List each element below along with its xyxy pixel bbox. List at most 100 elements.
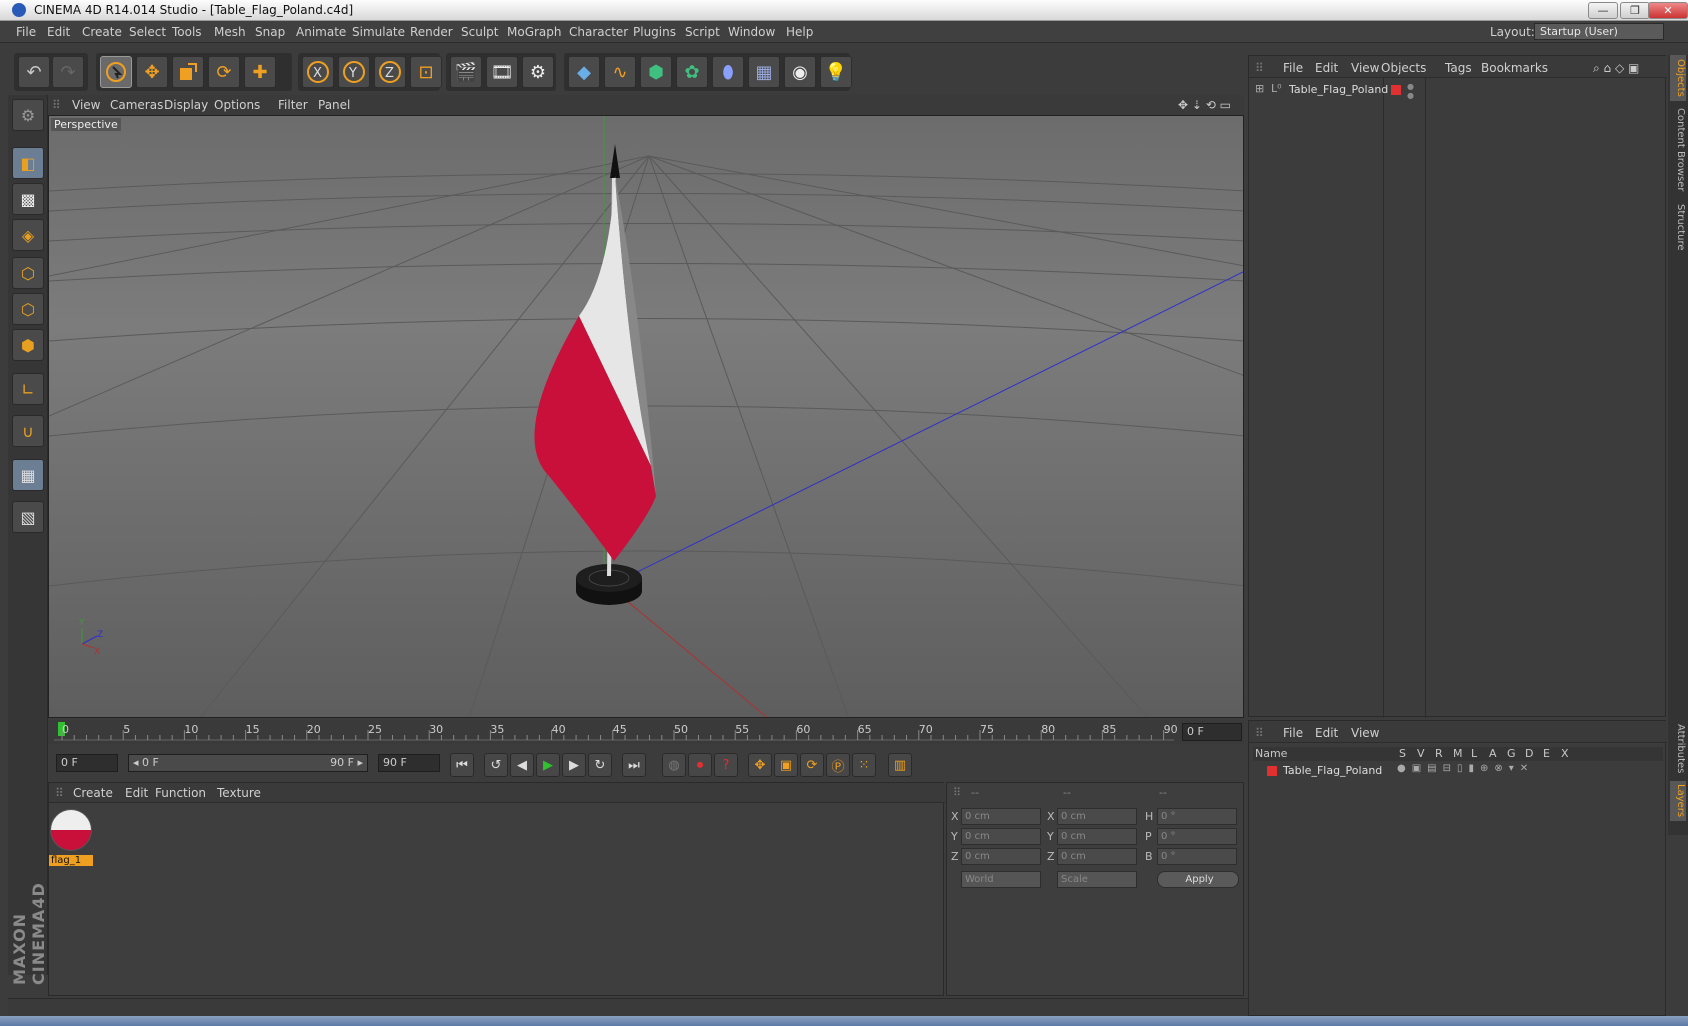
mat-menu-create[interactable]: Create bbox=[73, 786, 113, 800]
menu-file[interactable]: File bbox=[16, 25, 36, 39]
menu-snap[interactable]: Snap bbox=[255, 25, 285, 39]
move-icon[interactable]: ✥ bbox=[136, 56, 168, 88]
position-x-field[interactable]: 0 cm bbox=[961, 808, 1041, 825]
timeline-end-frame[interactable]: 0 F bbox=[1182, 723, 1242, 741]
light-icon[interactable]: 💡 bbox=[820, 56, 852, 88]
visibility-dots[interactable]: ● ● bbox=[1407, 82, 1414, 100]
viewport-nav-icons[interactable]: ✥ ⇣ ⟲ ▭ bbox=[1178, 98, 1231, 112]
menu-plugins[interactable]: Plugins bbox=[633, 25, 676, 39]
render-settings-icon[interactable]: ⚙ bbox=[522, 56, 554, 88]
workplane-icon[interactable]: ◈ bbox=[12, 219, 44, 251]
rotation-h-field[interactable]: 0 ° bbox=[1157, 808, 1237, 825]
key-position-icon[interactable]: ✥ bbox=[748, 753, 772, 777]
apply-button[interactable]: Apply bbox=[1157, 871, 1239, 888]
timeline-ruler[interactable]: 0 5 10 15 20 25 30 35 40 45 50 55 60 65 70 75 80 85 90 0 F bbox=[48, 720, 1244, 744]
3d-viewport[interactable]: Y Z X Perspective bbox=[48, 115, 1244, 718]
workplane-lock-icon[interactable]: ▦ bbox=[12, 459, 44, 491]
layer-menu-view[interactable]: View bbox=[1351, 726, 1379, 740]
position-z-field[interactable]: 0 cm bbox=[961, 848, 1041, 865]
nurbs-icon[interactable]: ⬢ bbox=[640, 56, 672, 88]
go-to-end-icon[interactable]: ⏭ bbox=[622, 753, 646, 777]
vp-menu-filter[interactable]: Filter bbox=[278, 98, 308, 112]
scale-icon[interactable] bbox=[172, 56, 204, 88]
menu-edit[interactable]: Edit bbox=[47, 25, 70, 39]
size-y-field[interactable]: 0 cm bbox=[1057, 828, 1137, 845]
menu-character[interactable]: Character bbox=[569, 25, 628, 39]
layer-flag-icons[interactable]: ●▣▤⊟▯▮⊕⊗▾✕ bbox=[1397, 763, 1534, 774]
edges-mode-icon[interactable]: ⬡ bbox=[12, 293, 44, 325]
x-axis-icon[interactable]: X bbox=[302, 56, 334, 88]
menu-render[interactable]: Render bbox=[410, 25, 453, 39]
axis-mode-icon[interactable]: ∟ bbox=[12, 373, 44, 405]
texture-mode-icon[interactable]: ▩ bbox=[12, 183, 44, 215]
rotation-p-field[interactable]: 0 ° bbox=[1157, 828, 1237, 845]
layer-menu-edit[interactable]: Edit bbox=[1315, 726, 1338, 740]
rotate-icon[interactable]: ⟳ bbox=[208, 56, 240, 88]
tab-structure[interactable]: Structure bbox=[1670, 199, 1686, 255]
vp-menu-cameras[interactable]: Cameras bbox=[110, 98, 163, 112]
autokey-icon[interactable]: ⏺ bbox=[688, 753, 712, 777]
transform-icon[interactable]: ✚ bbox=[244, 56, 276, 88]
mat-menu-function[interactable]: Function bbox=[155, 786, 206, 800]
layer-color-swatch[interactable] bbox=[1267, 766, 1277, 776]
timeline-icon[interactable]: ▥ bbox=[888, 753, 912, 777]
record-keys-icon[interactable]: ◍ bbox=[662, 753, 686, 777]
menu-simulate[interactable]: Simulate bbox=[352, 25, 405, 39]
menu-mograph[interactable]: MoGraph bbox=[507, 25, 562, 39]
layer-row[interactable]: Table_Flag_Poland ●▣▤⊟▯▮⊕⊗▾✕ bbox=[1253, 763, 1663, 779]
obj-menu-edit[interactable]: Edit bbox=[1315, 61, 1338, 75]
vp-menu-display[interactable]: Display bbox=[164, 98, 208, 112]
tab-layers[interactable]: Layers bbox=[1670, 781, 1686, 821]
current-frame-field[interactable]: 0 F bbox=[56, 754, 118, 772]
menu-script[interactable]: Script bbox=[685, 25, 720, 39]
menu-animate[interactable]: Animate bbox=[296, 25, 346, 39]
key-scale-icon[interactable]: ▣ bbox=[774, 753, 798, 777]
previous-key-icon[interactable]: ↺ bbox=[484, 753, 508, 777]
play-icon[interactable]: ▶ bbox=[536, 753, 560, 777]
rotation-b-field[interactable]: 0 ° bbox=[1157, 848, 1237, 865]
coordinate-system-icon[interactable]: ⊡ bbox=[410, 56, 442, 88]
size-z-field[interactable]: 0 cm bbox=[1057, 848, 1137, 865]
polygons-mode-icon[interactable]: ⬢ bbox=[12, 329, 44, 361]
keyframe-selection-icon[interactable]: ? bbox=[714, 753, 738, 777]
layout-select[interactable]: Startup (User) bbox=[1534, 23, 1664, 40]
next-key-icon[interactable]: ↻ bbox=[588, 753, 612, 777]
mat-menu-texture[interactable]: Texture bbox=[217, 786, 261, 800]
menu-select[interactable]: Select bbox=[129, 25, 166, 39]
max-frame-field[interactable]: 90 F bbox=[378, 754, 440, 772]
restore-button[interactable]: ❐ bbox=[1620, 2, 1650, 19]
coord-mode-select[interactable]: Scale bbox=[1057, 871, 1137, 888]
obj-menu-objects[interactable]: Objects bbox=[1381, 61, 1426, 75]
key-pla-icon[interactable]: ⁙ bbox=[852, 753, 876, 777]
y-axis-icon[interactable]: Y bbox=[338, 56, 370, 88]
grid-snap-icon[interactable]: ▧ bbox=[12, 501, 44, 533]
material-item[interactable]: flag_1 bbox=[49, 808, 93, 866]
model-mode-icon[interactable]: ◧ bbox=[12, 147, 44, 179]
render-view-icon[interactable]: 🎬 bbox=[450, 56, 482, 88]
snap-icon[interactable]: ∪ bbox=[12, 415, 44, 447]
undo-icon[interactable]: ↶ bbox=[18, 56, 50, 88]
menu-tools[interactable]: Tools bbox=[172, 25, 202, 39]
menu-help[interactable]: Help bbox=[786, 25, 813, 39]
tab-content-browser[interactable]: Content Browser bbox=[1670, 105, 1686, 195]
menu-sculpt[interactable]: Sculpt bbox=[461, 25, 498, 39]
next-frame-icon[interactable]: ▶ bbox=[562, 753, 586, 777]
layer-menu-file[interactable]: File bbox=[1283, 726, 1303, 740]
cube-icon[interactable]: ◆ bbox=[568, 56, 600, 88]
menu-window[interactable]: Window bbox=[728, 25, 775, 39]
obj-menu-file[interactable]: File bbox=[1283, 61, 1303, 75]
points-mode-icon[interactable]: ⬡ bbox=[12, 257, 44, 289]
vp-menu-panel[interactable]: Panel bbox=[318, 98, 350, 112]
position-y-field[interactable]: 0 cm bbox=[961, 828, 1041, 845]
go-to-start-icon[interactable]: ⏮ bbox=[450, 753, 474, 777]
tab-objects[interactable]: Objects bbox=[1670, 55, 1686, 101]
menu-create[interactable]: Create bbox=[82, 25, 122, 39]
deformer-icon[interactable]: ⬮ bbox=[712, 56, 744, 88]
object-row[interactable]: ⊞ L⁰ Table_Flag_Poland ● ● bbox=[1253, 82, 1663, 100]
object-search-icon[interactable]: ⌕ ⌂ ◇ ▣ bbox=[1593, 61, 1639, 76]
minimize-button[interactable]: — bbox=[1588, 2, 1618, 19]
vp-menu-options[interactable]: Options bbox=[214, 98, 260, 112]
key-rotation-icon[interactable]: ⟳ bbox=[800, 753, 824, 777]
tab-attributes[interactable]: Attributes bbox=[1670, 721, 1686, 777]
obj-menu-bookmarks[interactable]: Bookmarks bbox=[1481, 61, 1548, 75]
